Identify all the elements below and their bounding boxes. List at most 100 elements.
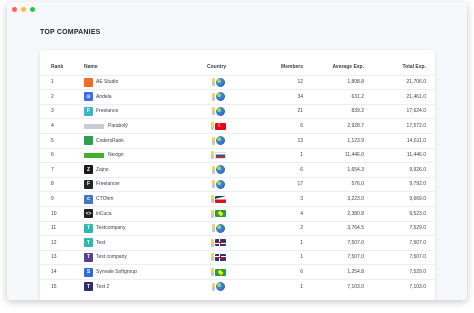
maximize-window-button[interactable] — [30, 6, 35, 12]
header-average-exp[interactable]: Average Exp. — [310, 60, 365, 75]
company-name[interactable]: Andela — [96, 94, 112, 100]
company-name[interactable]: CTOhm — [96, 196, 113, 202]
table-row[interactable]: 4 Parabolŷ 6 2,928.7 17,572.0 — [40, 118, 435, 133]
row-country — [198, 163, 238, 177]
table-row[interactable]: 10 <> inCuca 4 2,380.8 9,523.0 — [40, 205, 435, 221]
row-total-exp: 7,103.0 — [409, 283, 426, 290]
row-company[interactable]: F Freelancer — [84, 178, 184, 192]
row-members: 21 — [297, 108, 303, 115]
row-company[interactable]: T Testcompany — [84, 222, 184, 236]
row-company[interactable]: T Test company — [84, 251, 184, 265]
row-company[interactable]: <> inCuca — [84, 207, 184, 221]
row-company[interactable]: Nexign — [84, 149, 184, 163]
globe-icon — [215, 282, 225, 292]
row-company[interactable]: AE Studio — [84, 76, 184, 90]
row-country — [198, 90, 238, 104]
company-name[interactable]: AE Studio — [96, 79, 118, 85]
row-company[interactable]: F Freelance — [84, 105, 184, 119]
company-logo-icon: F — [84, 179, 93, 189]
row-company[interactable]: Parabolŷ — [84, 119, 184, 133]
pin-icon — [210, 253, 214, 262]
pin-icon — [210, 122, 214, 131]
row-total-exp: 7,529.0 — [409, 269, 426, 276]
company-logo-icon: c — [84, 194, 93, 204]
globe-icon — [215, 77, 225, 87]
globe-icon — [215, 136, 225, 146]
company-name[interactable]: Testcompany — [96, 225, 125, 231]
company-name[interactable]: Parabolŷ — [108, 123, 128, 129]
company-logo-icon: T — [84, 223, 93, 233]
table-row[interactable]: 3 F Freelance 21 839.2 17,624.0 — [40, 103, 435, 119]
company-name[interactable]: Synvale Softgroup — [96, 269, 137, 275]
row-average-exp: 1,123.9 — [347, 137, 364, 144]
table-row[interactable]: 13 T Test company 1 7,507.0 7,507.0 — [40, 249, 435, 265]
table-row[interactable]: 2 ⊙ Andela 34 631.2 21,461.0 — [40, 89, 435, 104]
row-company[interactable]: T Test 2 — [84, 280, 184, 294]
header-total-exp[interactable]: Total Exp. — [370, 60, 426, 75]
table-row[interactable]: 15 T Test 2 1 7,103.0 7,103.0 — [40, 278, 435, 294]
company-logo-icon — [84, 152, 104, 158]
row-rank: 11 — [51, 225, 57, 232]
row-company[interactable]: T Test — [84, 236, 184, 250]
row-average-exp: 1,654.3 — [347, 166, 364, 173]
row-average-exp: 631.2 — [351, 93, 364, 100]
header-country[interactable]: Country — [207, 60, 247, 75]
row-company[interactable]: ⊙ Andela — [84, 90, 184, 104]
company-name[interactable]: CodersRank — [96, 138, 124, 144]
globe-icon — [215, 223, 225, 233]
row-members: 13 — [297, 137, 303, 144]
row-average-exp: 1,254.8 — [347, 269, 364, 276]
company-name[interactable]: Freelancer — [96, 181, 120, 187]
minimize-window-button[interactable] — [21, 6, 26, 12]
table-row[interactable]: 12 T Test 1 7,507.0 7,507.0 — [40, 235, 435, 250]
row-average-exp: 576.0 — [351, 181, 364, 188]
row-company[interactable]: Z Zajno — [84, 163, 184, 177]
header-name[interactable]: Name — [84, 60, 184, 75]
row-company[interactable]: CodersRank — [84, 134, 184, 148]
company-name[interactable]: Freelance — [96, 108, 118, 114]
globe-icon — [215, 179, 225, 189]
row-rank: 13 — [51, 254, 57, 261]
company-logo-icon: ⊙ — [84, 92, 93, 102]
row-members: 3 — [300, 196, 303, 203]
company-name[interactable]: Zajno — [96, 167, 109, 173]
row-members: 2 — [300, 225, 303, 232]
company-name[interactable]: Test — [96, 240, 105, 246]
companies-table: Rank Name Country Members Average Exp. T… — [40, 50, 435, 300]
company-name[interactable]: Nexign — [108, 152, 124, 158]
close-window-button[interactable] — [12, 6, 17, 12]
row-total-exp: 21,706.0 — [406, 79, 426, 86]
row-average-exp: 3,764.5 — [347, 225, 364, 232]
row-company[interactable]: S Synvale Softgroup — [84, 265, 184, 279]
table-row[interactable]: 1 AE Studio 12 1,808.8 21,706.0 — [40, 74, 435, 90]
row-members: 6 — [300, 166, 303, 173]
table-row[interactable]: 11 T Testcompany 2 3,764.5 7,529.0 — [40, 220, 435, 236]
table-row[interactable]: 9 c CTOhm 3 3,223.0 9,669.0 — [40, 191, 435, 206]
header-rank[interactable]: Rank — [51, 60, 71, 75]
table-row[interactable]: 6 Nexign 1 11,446.0 11,446.0 — [40, 147, 435, 163]
table-row[interactable]: 8 F Freelancer 17 576.0 9,792.0 — [40, 176, 435, 192]
table-row[interactable]: 14 S Synvale Softgroup 6 1,254.8 7,529.0 — [40, 264, 435, 279]
row-average-exp: 839.2 — [351, 108, 364, 115]
row-total-exp: 7,507.0 — [409, 239, 426, 246]
table-row[interactable]: 5 CodersRank 13 1,123.9 14,611.0 — [40, 132, 435, 148]
row-average-exp: 1,808.8 — [347, 79, 364, 86]
company-name[interactable]: Test company — [96, 254, 127, 260]
header-members[interactable]: Members — [255, 60, 303, 75]
row-company[interactable]: c CTOhm — [84, 192, 184, 206]
brazil-flag-icon — [214, 268, 226, 276]
pin-icon — [210, 238, 214, 247]
table-row[interactable]: 7 Z Zajno 6 1,654.3 9,926.0 — [40, 162, 435, 177]
company-name[interactable]: inCuca — [96, 211, 112, 217]
row-country — [198, 222, 238, 236]
row-rank: 10 — [51, 210, 57, 217]
row-rank: 7 — [51, 166, 54, 173]
row-rank: 3 — [51, 108, 54, 115]
company-logo-icon: F — [84, 106, 93, 116]
row-country — [198, 251, 238, 265]
company-name[interactable]: Test 2 — [96, 284, 109, 290]
row-average-exp: 2,928.7 — [347, 123, 364, 130]
row-country — [198, 280, 238, 294]
row-country — [198, 192, 238, 206]
row-total-exp: 11,446.0 — [406, 152, 426, 159]
